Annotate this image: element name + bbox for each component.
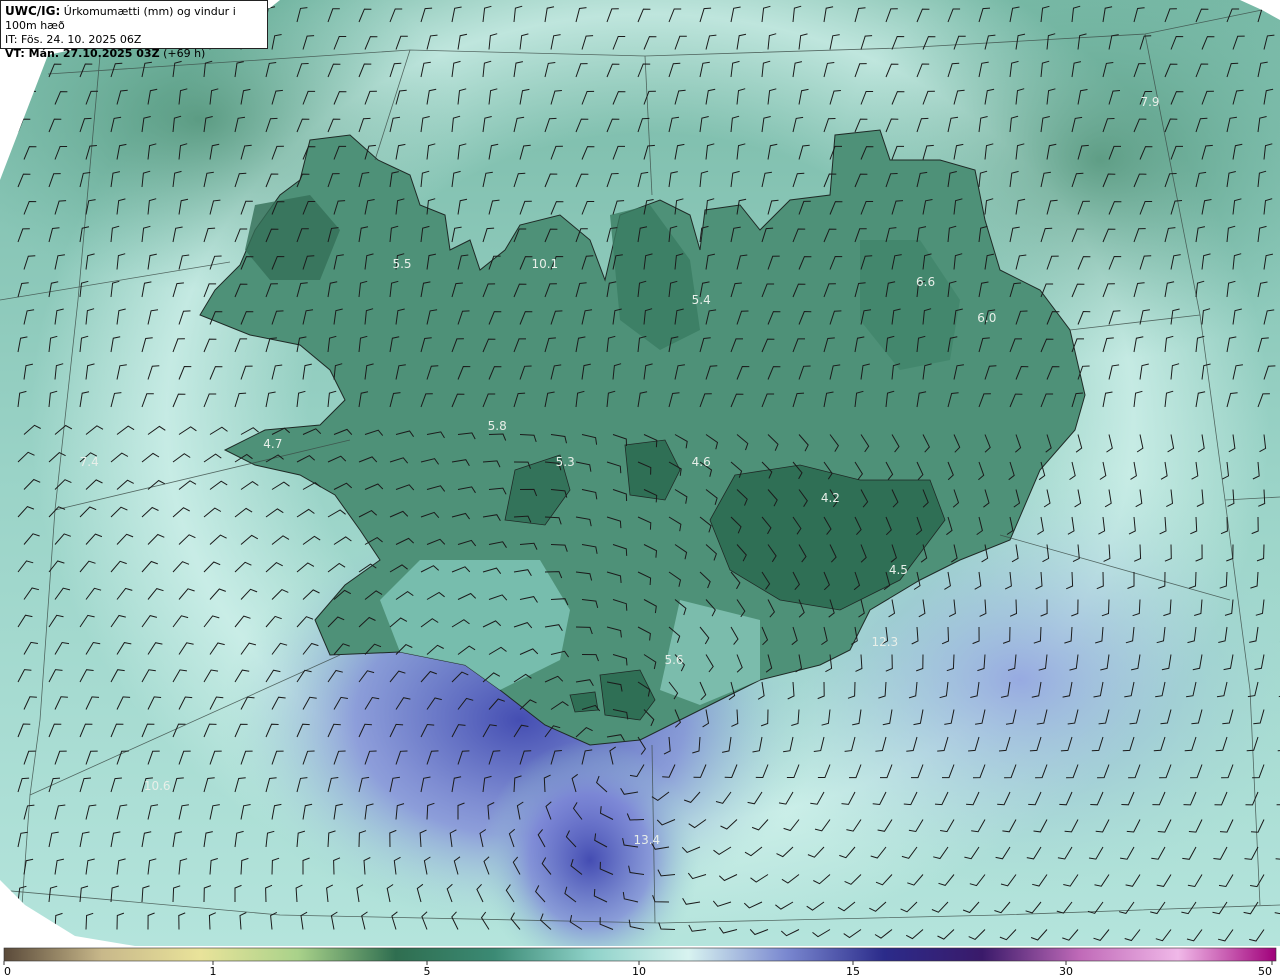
map-value-label: 4.7 <box>263 437 282 451</box>
map-value-label: 4.2 <box>821 491 840 505</box>
map-info-box: UWC/IG: Úrkomumætti (mm) og vindur i 100… <box>0 0 268 60</box>
map-value-label: 4.5 <box>889 563 908 577</box>
colorbar-tick-label: 5 <box>424 965 431 978</box>
colorbar-gradient <box>3 947 1277 962</box>
map-value-label: 6.6 <box>916 275 935 289</box>
map-value-label: 5.5 <box>392 257 411 271</box>
colorbar-tick-label: 0 <box>4 965 11 978</box>
colorbar-tick-label: 1 <box>210 965 217 978</box>
map-value-label: 5.6 <box>664 653 683 667</box>
init-time: IT: Fös. 24. 10. 2025 06Z <box>5 33 142 46</box>
colorbar: 0 1 5 10 15 30 50 <box>0 946 1280 978</box>
colorbar-tick-label: 50 <box>1258 965 1272 978</box>
model-label: UWC/IG: <box>5 4 61 18</box>
map-value-label: 12.3 <box>871 635 898 649</box>
map-value-label: 13.4 <box>633 833 660 847</box>
valid-time: VT: Mán. 27.10.2025 03Z <box>5 47 160 60</box>
colorbar-tick-label: 15 <box>846 965 860 978</box>
map-value-label: 5.4 <box>692 293 711 307</box>
map-value-label: 7.4 <box>80 455 99 469</box>
map-value-label: 10.6 <box>144 779 171 793</box>
forecast-hour: (+69 h) <box>163 47 206 60</box>
colorbar-tick-label: 30 <box>1059 965 1073 978</box>
colorbar-tick-label: 10 <box>632 965 646 978</box>
map-value-label: 5.8 <box>488 419 507 433</box>
map-value-label: 7.9 <box>1140 95 1159 109</box>
map-value-label: 5.3 <box>556 455 575 469</box>
map-value-label: 10.1 <box>531 257 558 271</box>
map-value-label: 6.0 <box>977 311 996 325</box>
precipitation-wind-map: 6.27.95.510.15.46.66.05.84.77.45.34.64.2… <box>0 0 1280 946</box>
map-value-label: 4.6 <box>692 455 711 469</box>
